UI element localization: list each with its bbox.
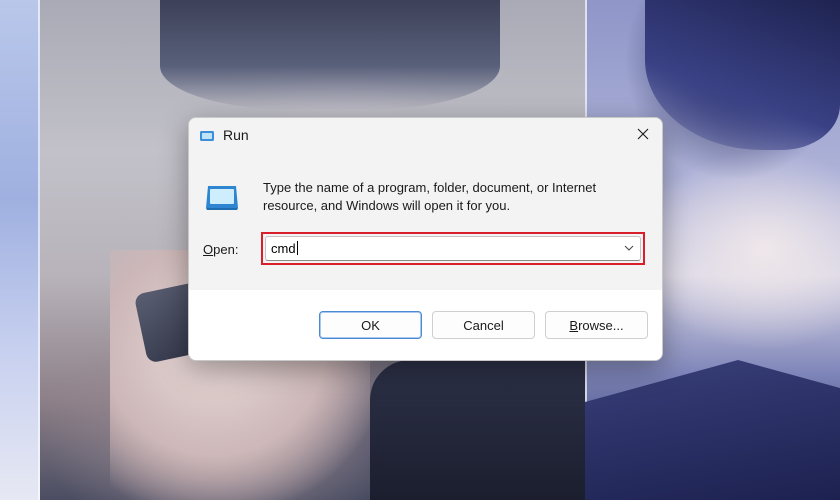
open-label-rest: pen: (213, 242, 239, 257)
browse-mnemonic: B (569, 317, 579, 333)
wallpaper-panel-left (0, 0, 40, 500)
dialog-title: Run (223, 127, 249, 143)
run-dialog: Run Type the name of a program, folder, … (188, 117, 663, 361)
wallpaper-jacket-shape (585, 360, 840, 500)
open-input-value[interactable]: cmd (271, 241, 298, 256)
close-button[interactable] (628, 121, 658, 151)
wallpaper-hair-shape-right (645, 0, 840, 150)
browse-label-rest: rowse... (578, 317, 624, 333)
dialog-footer: OK Cancel Browse... (189, 290, 662, 360)
dialog-body: Type the name of a program, folder, docu… (189, 154, 662, 290)
dialog-titlebar[interactable]: Run (189, 118, 662, 154)
open-label: Open: (203, 242, 238, 257)
cancel-button[interactable]: Cancel (432, 311, 535, 339)
dialog-description: Type the name of a program, folder, docu… (263, 180, 597, 213)
browse-button[interactable]: Browse... (545, 311, 648, 339)
run-program-icon (205, 184, 239, 212)
wallpaper-suit-shape (370, 360, 590, 500)
desktop-wallpaper: Run Type the name of a program, folder, … (0, 0, 840, 500)
run-app-icon (199, 128, 215, 144)
open-combobox[interactable]: cmd (265, 236, 641, 261)
chevron-down-icon[interactable] (622, 241, 636, 255)
open-label-mnemonic: O (203, 242, 214, 257)
close-icon (637, 127, 649, 145)
wallpaper-hair-shape (160, 0, 500, 110)
ok-button[interactable]: OK (319, 311, 422, 339)
